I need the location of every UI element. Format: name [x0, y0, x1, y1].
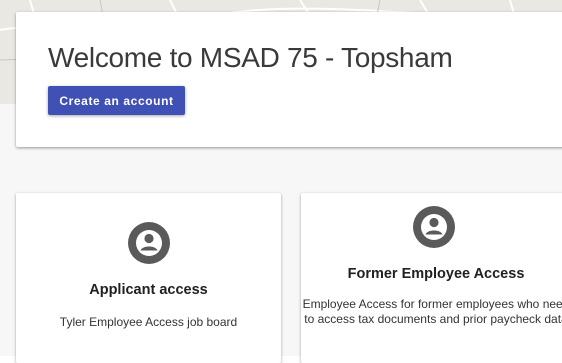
tile-title: Applicant access — [89, 282, 208, 298]
former-employee-access-tile[interactable]: Former Employee Access Employee Access f… — [301, 193, 562, 363]
welcome-card: Welcome to MSAD 75 - Topsham Create an a… — [16, 12, 562, 147]
account-circle-icon — [128, 222, 170, 264]
tile-description: Tyler Employee Access job board — [59, 315, 238, 329]
create-account-button[interactable]: Create an account — [48, 86, 185, 115]
page-title: Welcome to MSAD 75 - Topsham — [48, 42, 453, 73]
applicant-access-tile[interactable]: Applicant access Tyler Employee Access j… — [16, 193, 281, 363]
tile-title: Former Employee Access — [347, 266, 525, 282]
tile-description: Employee Access for former employees who… — [302, 297, 562, 326]
account-circle-icon — [413, 206, 455, 248]
